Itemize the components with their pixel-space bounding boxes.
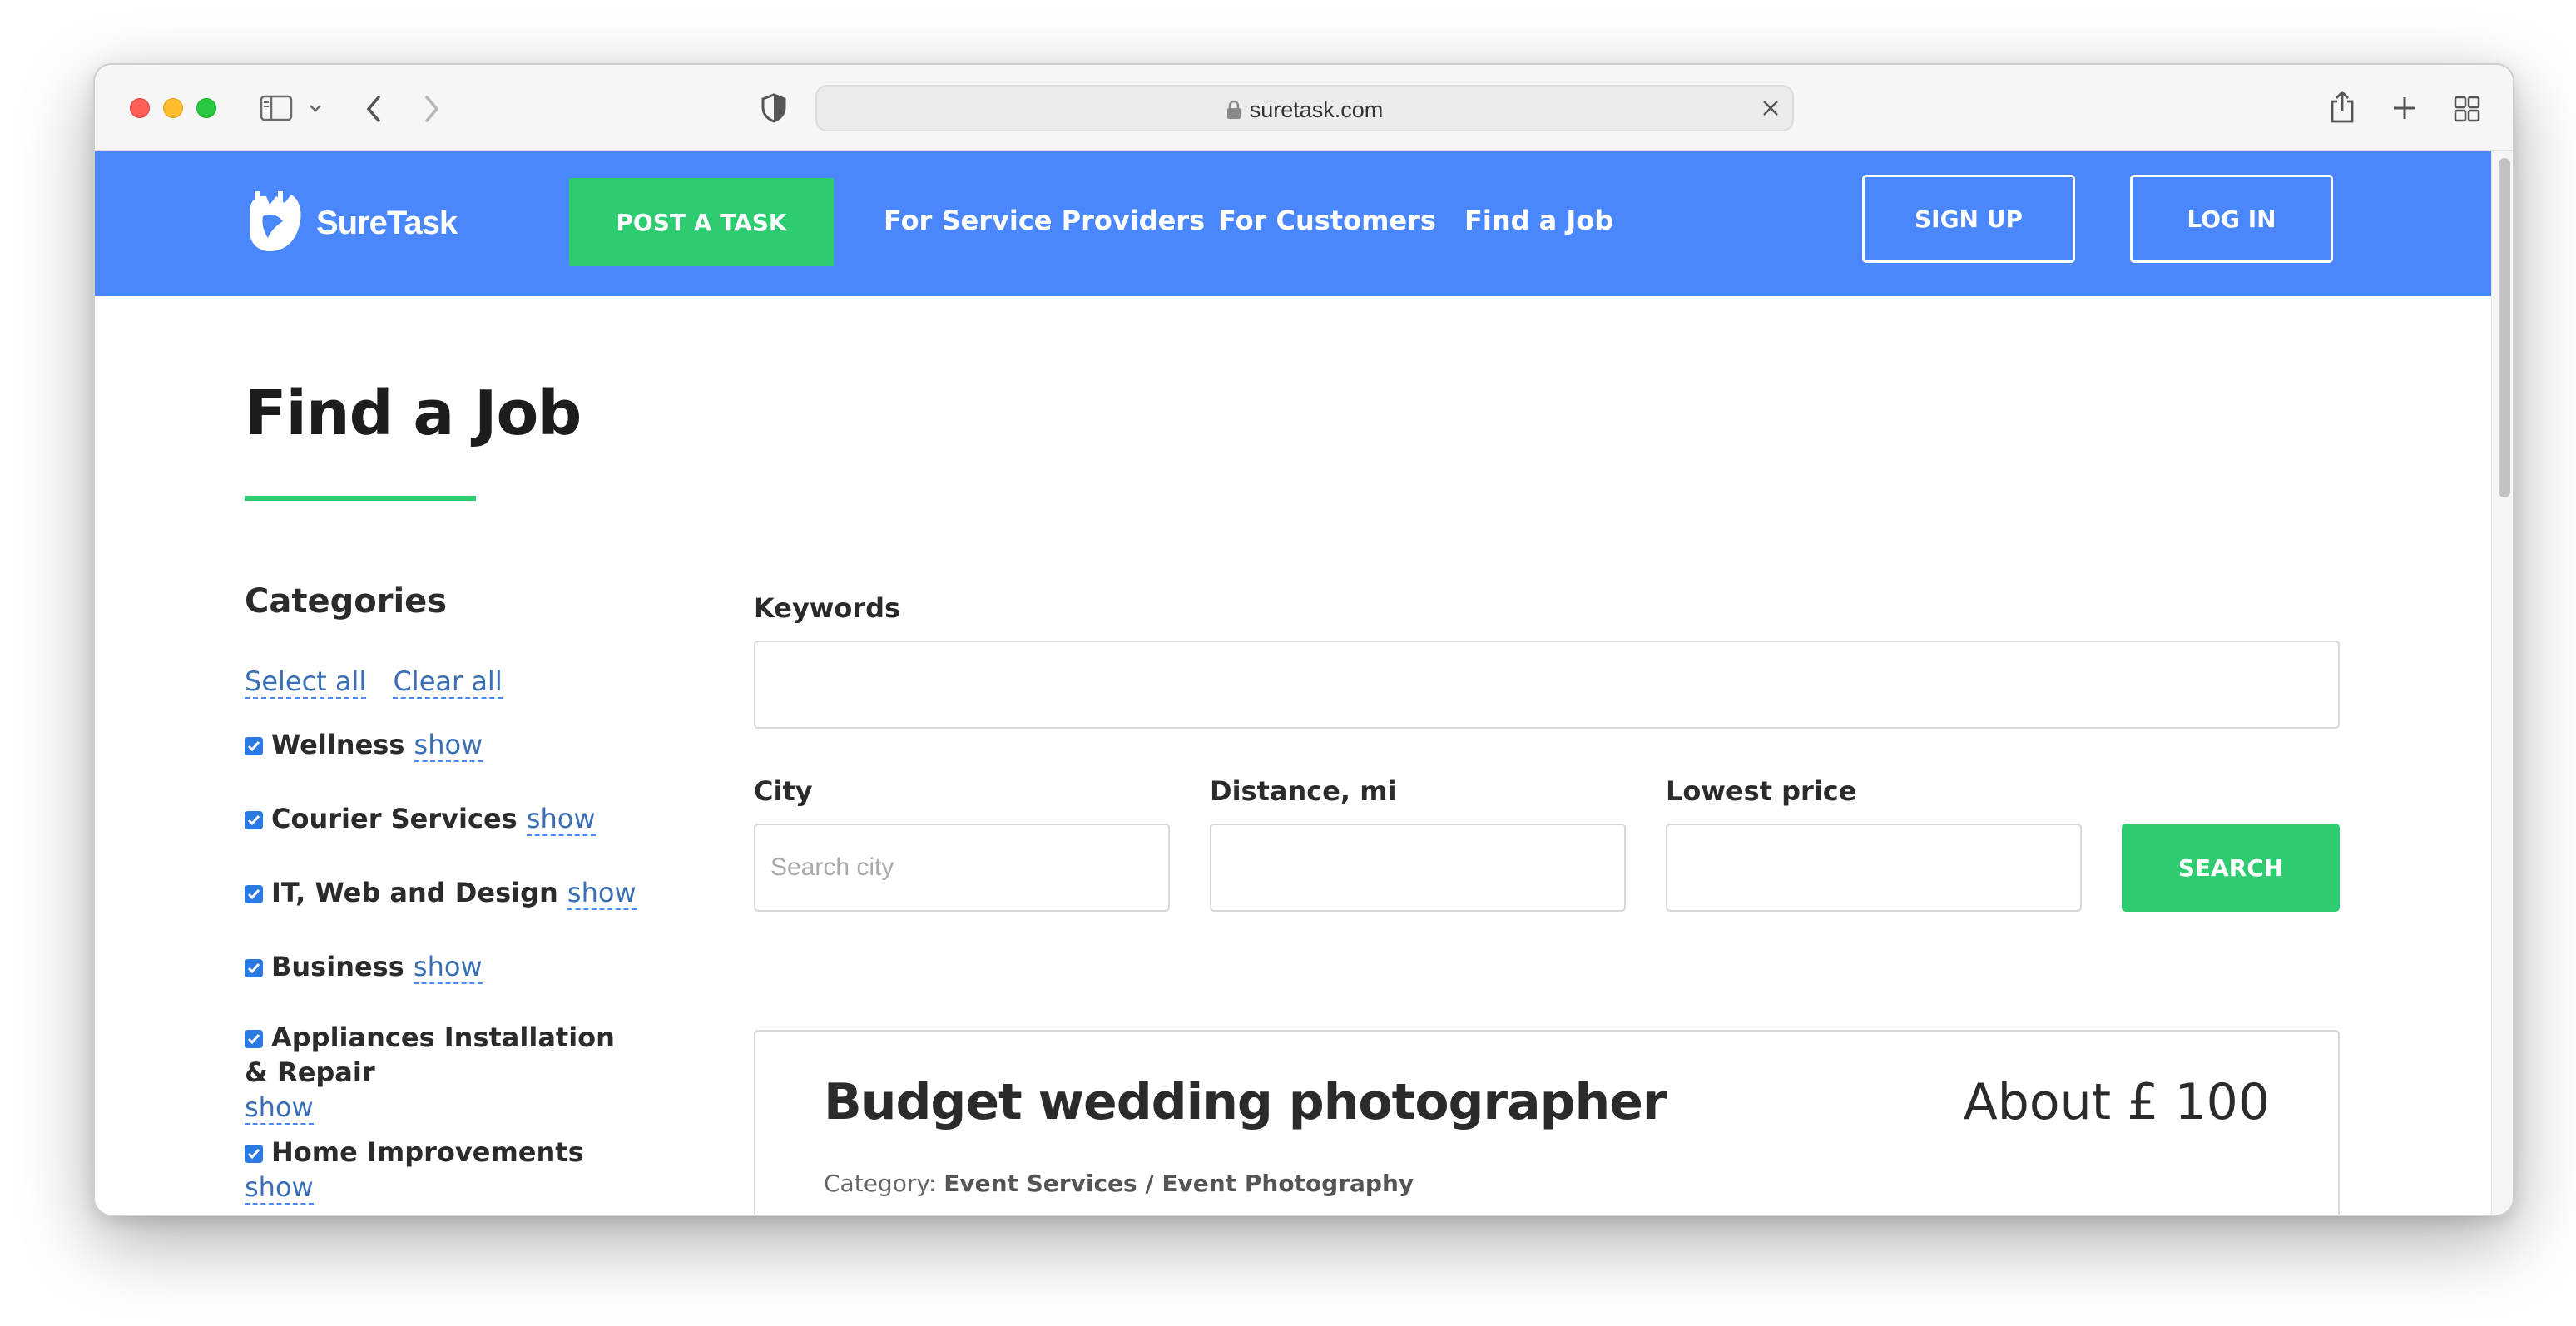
page-scrollbar[interactable] xyxy=(2491,151,2513,1215)
job-category: Category: Event Services / Event Photogr… xyxy=(824,1170,1414,1197)
category-checkbox[interactable] xyxy=(245,737,263,755)
categories-heading: Categories xyxy=(245,582,448,621)
city-label: City xyxy=(754,775,813,807)
category-item: Courier Services show xyxy=(245,801,661,836)
category-checkbox[interactable] xyxy=(245,811,263,829)
category-show-link[interactable]: show xyxy=(567,877,637,910)
title-underline xyxy=(245,496,476,501)
category-label: Home Improvements xyxy=(271,1136,584,1168)
category-label: Courier Services xyxy=(271,803,518,834)
job-category-value: Event Services / Event Photography xyxy=(944,1170,1414,1197)
category-show-link[interactable]: show xyxy=(413,951,483,984)
category-item: Appliances Installation & Repair show xyxy=(245,1020,636,1125)
job-price: About £ 100 xyxy=(1963,1073,2270,1131)
search-button[interactable]: SEARCH xyxy=(2122,824,2340,912)
category-label: IT, Web and Design xyxy=(271,877,558,908)
category-show-link[interactable]: show xyxy=(245,1171,314,1205)
new-tab-icon[interactable] xyxy=(2391,95,2418,121)
job-title[interactable]: Budget wedding photographer xyxy=(824,1073,1667,1131)
category-item: Business show xyxy=(245,949,661,984)
category-item: Home Improvements show xyxy=(245,1135,661,1205)
check-icon xyxy=(247,1149,260,1160)
address-bar[interactable]: suretask.com xyxy=(815,85,1794,131)
zoom-window-button[interactable] xyxy=(196,98,216,118)
category-show-link[interactable]: show xyxy=(414,729,483,762)
browser-toolbar: suretask.com xyxy=(95,65,2513,151)
brand-name: SureTask xyxy=(316,204,458,241)
site-logo[interactable]: SureTask xyxy=(245,190,458,256)
check-icon xyxy=(247,815,260,826)
page-title: Find a Job xyxy=(245,378,582,449)
job-category-label: Category: xyxy=(824,1170,937,1197)
job-card[interactable]: Budget wedding photographer About £ 100 … xyxy=(754,1030,2340,1215)
city-input[interactable] xyxy=(754,824,1170,912)
scrollbar-thumb[interactable] xyxy=(2499,158,2510,497)
browser-window: suretask.com SureTask POST A TASK For Se… xyxy=(93,63,2514,1216)
category-item: Wellness show xyxy=(245,727,661,762)
sign-up-button[interactable]: SIGN UP xyxy=(1862,175,2075,263)
privacy-shield-icon[interactable] xyxy=(760,93,787,123)
category-label: Appliances Installation & Repair xyxy=(245,1022,615,1088)
nav-for-service-providers[interactable]: For Service Providers xyxy=(884,205,1205,236)
share-icon[interactable] xyxy=(2328,90,2356,125)
lowest-price-label: Lowest price xyxy=(1666,775,1857,807)
category-checkbox[interactable] xyxy=(245,959,263,977)
nav-for-customers[interactable]: For Customers xyxy=(1218,205,1436,236)
sidebar-toggle-icon[interactable] xyxy=(260,95,293,121)
keywords-label: Keywords xyxy=(754,592,901,624)
category-checkbox[interactable] xyxy=(245,885,263,903)
category-label: Wellness xyxy=(271,729,405,760)
check-icon xyxy=(247,741,260,752)
category-show-link[interactable]: show xyxy=(245,1091,314,1125)
category-show-link[interactable]: show xyxy=(526,803,596,836)
back-icon[interactable] xyxy=(364,95,383,123)
url-text: suretask.com xyxy=(1249,97,1384,122)
post-task-button[interactable]: POST A TASK xyxy=(569,178,834,266)
nav-find-a-job[interactable]: Find a Job xyxy=(1464,205,1613,236)
page-viewport: SureTask POST A TASK For Service Provide… xyxy=(95,151,2491,1215)
select-all-link[interactable]: Select all xyxy=(245,665,367,699)
log-in-button[interactable]: LOG IN xyxy=(2130,175,2333,263)
check-icon xyxy=(247,963,260,974)
chevron-down-icon[interactable] xyxy=(308,103,323,113)
close-window-button[interactable] xyxy=(130,98,150,118)
category-item: IT, Web and Design show xyxy=(245,875,661,910)
site-header: SureTask POST A TASK For Service Provide… xyxy=(95,151,2491,296)
category-checkbox[interactable] xyxy=(245,1030,263,1048)
distance-label: Distance, mi xyxy=(1210,775,1397,807)
category-checkbox[interactable] xyxy=(245,1145,263,1163)
lowest-price-input[interactable] xyxy=(1666,824,2082,912)
lock-icon xyxy=(1226,100,1241,119)
check-icon xyxy=(247,889,260,900)
select-actions: Select all Clear all xyxy=(245,665,521,699)
category-label: Business xyxy=(271,951,404,982)
suretask-logo-icon xyxy=(250,191,301,251)
distance-input[interactable] xyxy=(1210,824,1626,912)
forward-icon[interactable] xyxy=(423,95,441,123)
clear-all-link[interactable]: Clear all xyxy=(393,665,503,699)
check-icon xyxy=(247,1034,260,1045)
minimize-window-button[interactable] xyxy=(163,98,183,118)
tab-overview-icon[interactable] xyxy=(2453,95,2481,123)
keywords-input[interactable] xyxy=(754,641,2340,729)
clear-url-icon[interactable] xyxy=(1759,96,1782,120)
